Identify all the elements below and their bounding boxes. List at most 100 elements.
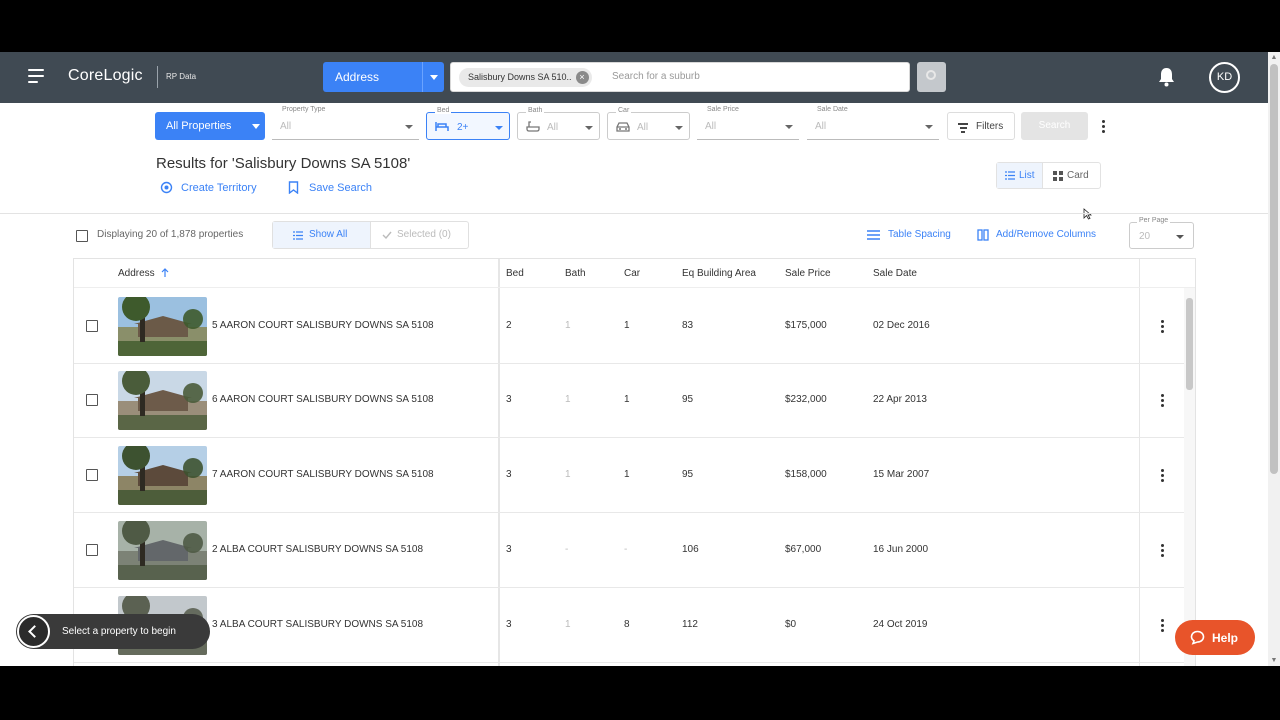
per-page-select[interactable]: Per Page 20 [1129,217,1194,249]
cell-area: 112 [682,619,698,630]
app-logo[interactable]: CoreLogic [68,67,143,85]
show-all-label: Show All [309,229,348,240]
more-options-icon[interactable] [1102,120,1106,135]
columns-icon [977,229,989,241]
search-placeholder: Search for a suburb [612,71,700,82]
sale-price-label: Sale Price [705,106,741,113]
property-photo[interactable] [118,297,207,356]
cell-bath: 1 [565,619,571,630]
list-view-button[interactable]: List [997,163,1043,188]
car-select[interactable]: Car All [607,107,690,140]
cell-bed: 3 [506,544,512,555]
scrollbar-thumb[interactable] [1270,64,1278,474]
column-header-label: Address [118,268,155,279]
search-submit-button[interactable] [917,62,946,92]
cell-address[interactable]: 2 ALBA COURT SALISBURY DOWNS SA 5108 [212,544,423,555]
chevron-left-icon[interactable] [17,615,50,648]
property-photo[interactable] [118,521,207,580]
cell-bath: - [565,544,569,555]
cell-bed: 3 [506,619,512,630]
row-checkbox[interactable] [86,320,98,332]
sort-ascending-icon[interactable] [161,268,169,277]
save-search-label: Save Search [309,182,372,194]
column-header-bath[interactable]: Bath [565,268,586,279]
table-scrollbar[interactable] [1184,288,1195,666]
property-photo[interactable] [118,446,207,505]
bell-icon[interactable] [1158,67,1175,87]
column-header-car[interactable]: Car [624,268,640,279]
cell-car: 1 [624,394,630,405]
page-scrollbar[interactable]: ▲ ▼ [1268,52,1280,666]
chat-bubble-icon [1190,630,1205,645]
top-navigation-bar: CoreLogic RP Data Address Salisbury Down… [0,52,1268,103]
scroll-up-icon[interactable]: ▲ [1270,54,1278,61]
row-more-options-icon[interactable] [1161,544,1165,559]
column-header-sale-price[interactable]: Sale Price [785,268,831,279]
cell-address[interactable]: 7 AARON COURT SALISBURY DOWNS SA 5108 [212,469,434,480]
cell-address[interactable]: 5 AARON COURT SALISBURY DOWNS SA 5108 [212,320,434,331]
cell-sale-price: $175,000 [785,320,827,331]
property-type-select[interactable]: Property Type All [272,106,419,140]
help-button[interactable]: Help [1175,620,1255,655]
chevron-down-icon[interactable] [422,62,444,92]
filters-button[interactable]: Filters [947,112,1015,140]
column-header-area[interactable]: Eq Building Area [682,268,756,279]
sale-date-label: Sale Date [815,106,850,113]
all-properties-dropdown[interactable]: All Properties [155,112,265,140]
select-all-checkbox[interactable] [76,230,88,242]
bed-select[interactable]: Bed 2+ [426,107,510,140]
selected-button[interactable]: Selected (0) [372,222,468,248]
row-more-options-icon[interactable] [1161,320,1165,335]
show-all-button[interactable]: Show All [273,222,371,248]
create-territory-link[interactable]: Create Territory [160,181,257,194]
column-header-sale-date[interactable]: Sale Date [873,268,917,279]
cell-address[interactable]: 6 AARON COURT SALISBURY DOWNS SA 5108 [212,394,434,405]
search-button[interactable]: Search [1021,112,1088,140]
bath-select[interactable]: Bath All [517,107,600,140]
chevron-down-icon [785,125,793,129]
select-property-toast[interactable]: Select a property to begin [16,614,210,649]
displaying-count: Displaying 20 of 1,878 properties [97,229,244,240]
search-icon [926,70,936,80]
property-type-value: All [280,121,292,132]
row-more-options-icon[interactable] [1161,469,1165,484]
cell-address[interactable]: 3 ALBA COURT SALISBURY DOWNS SA 5108 [212,619,423,630]
search-input[interactable]: Salisbury Downs SA 510.. × Search for a … [450,62,910,92]
per-page-label: Per Page [1137,217,1171,224]
menu-icon[interactable] [28,69,44,83]
user-avatar[interactable]: KD [1209,62,1240,93]
table-row[interactable]: 6 AARON COURT SALISBURY DOWNS SA 5108 3 1 1… [74,363,1184,438]
save-search-link[interactable]: Save Search [288,181,372,194]
table-row[interactable]: 5 AARON COURT SALISBURY DOWNS SA 5108 2 1 1… [74,289,1184,364]
row-more-options-icon[interactable] [1161,619,1165,634]
column-header-bed[interactable]: Bed [506,268,524,279]
cell-bath: 1 [565,320,571,331]
table-spacing-label: Table Spacing [888,229,951,240]
card-view-label: Card [1067,170,1089,181]
chip-remove-icon[interactable]: × [575,71,589,84]
column-header-address[interactable]: Address [118,268,169,279]
search-chip[interactable]: Salisbury Downs SA 510.. × [459,68,592,87]
table-scrollbar-thumb[interactable] [1186,298,1193,390]
cell-bed: 2 [506,320,512,331]
row-more-options-icon[interactable] [1161,394,1165,409]
row-checkbox[interactable] [86,469,98,481]
sale-date-select[interactable]: Sale Date All [807,106,939,140]
table-spacing-button[interactable]: Table Spacing [867,229,951,240]
table-row[interactable]: 7 AARON COURT SALISBURY DOWNS SA 5108 3 1 1… [74,438,1184,513]
bookmark-icon [288,181,299,194]
add-remove-columns-button[interactable]: Add/Remove Columns [977,229,1096,241]
scroll-down-icon[interactable]: ▼ [1270,657,1278,664]
search-mode-label: Address [335,70,380,84]
chevron-down-icon [1176,235,1184,239]
cell-area: 83 [682,320,694,331]
property-photo[interactable] [118,371,207,430]
search-mode-dropdown[interactable]: Address [323,62,444,92]
cell-sale-date: 02 Dec 2016 [873,320,930,331]
row-checkbox[interactable] [86,394,98,406]
table-row[interactable]: 3 ALBA COURT SALISBURY DOWNS SA 5108 3 1 8 1… [74,588,1184,663]
table-row[interactable]: 2 ALBA COURT SALISBURY DOWNS SA 5108 3 - - 1… [74,513,1184,588]
sale-price-select[interactable]: Sale Price All [697,106,799,140]
card-view-button[interactable]: Card [1044,163,1100,188]
row-checkbox[interactable] [86,544,98,556]
